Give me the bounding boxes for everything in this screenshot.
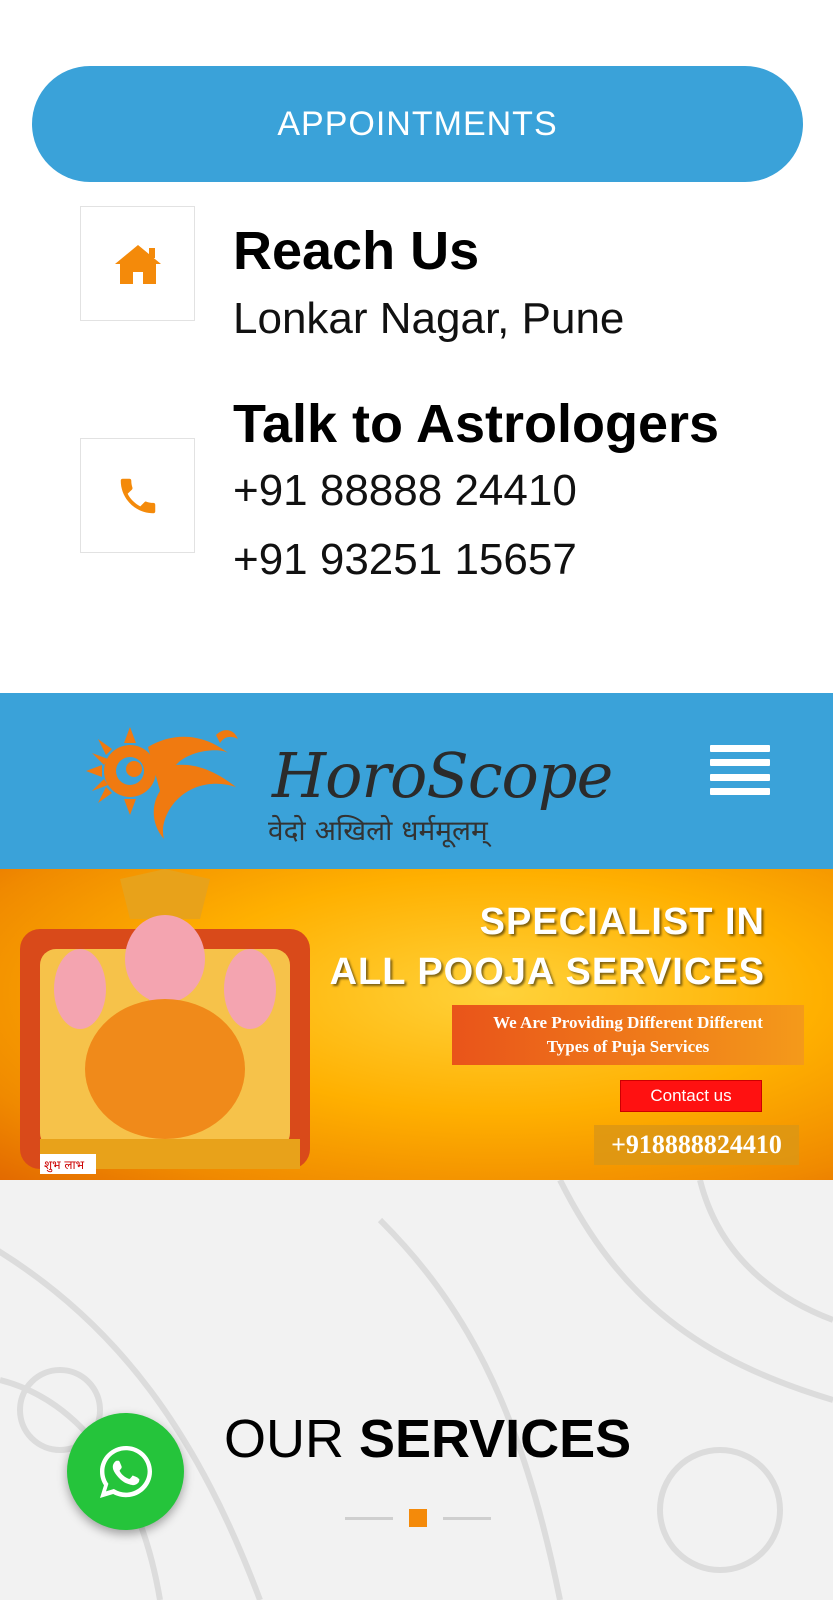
our-services-section: OUR SERVICES: [0, 1180, 833, 1600]
whatsapp-icon: [99, 1445, 152, 1498]
home-icon: [114, 244, 161, 284]
zodiac-background-pattern: [0, 1180, 833, 1600]
reach-us-address: Lonkar Nagar, Pune: [233, 294, 625, 343]
appointments-button[interactable]: APPOINTMENTS: [32, 66, 803, 182]
hamburger-menu-icon[interactable]: [710, 745, 770, 795]
logo-tagline: वेदो अखिलो धर्ममूलम्: [268, 814, 488, 847]
pooja-banner[interactable]: शुभ लाभ SPECIALIST IN ALL POOJA SERVICES…: [0, 869, 833, 1180]
banner-contact-button[interactable]: Contact us: [620, 1080, 762, 1112]
phone-number-1[interactable]: +91 88888 24410: [233, 466, 577, 516]
home-icon-box: [80, 206, 195, 321]
services-heading: OUR SERVICES: [224, 1408, 631, 1470]
services-heading-light: OUR: [224, 1409, 344, 1469]
banner-subtext: We Are Providing Different Different Typ…: [452, 1005, 804, 1065]
reach-us-title: Reach Us: [233, 221, 480, 281]
banner-heading-line2: ALL POOJA SERVICES: [329, 951, 765, 993]
whatsapp-button[interactable]: [67, 1413, 184, 1530]
shubh-labh-text: शुभ लाभ: [44, 1158, 85, 1173]
banner-subtext-line1: We Are Providing Different Different: [493, 1013, 763, 1032]
site-header: HoroScope वेदो अखिलो धर्ममूलम्: [0, 693, 833, 869]
logo-emblem[interactable]: [68, 707, 248, 847]
appointments-label: APPOINTMENTS: [277, 104, 558, 143]
banner-phone[interactable]: +918888824410: [594, 1125, 799, 1165]
banner-subtext-line2: Types of Puja Services: [546, 1037, 710, 1056]
ganesha-illustration: शुभ लाभ: [20, 869, 310, 1174]
services-heading-bold: SERVICES: [359, 1409, 632, 1469]
banner-heading-line1: SPECIALIST IN: [479, 901, 765, 943]
divider-left: [345, 1517, 393, 1520]
phone-icon-box[interactable]: [80, 438, 195, 553]
talk-to-astrologers-title: Talk to Astrologers: [233, 394, 720, 454]
logo-text[interactable]: HoroScope: [272, 739, 613, 812]
phone-icon: [120, 478, 155, 513]
phone-number-2[interactable]: +91 93251 15657: [233, 535, 577, 585]
divider-dot: [409, 1509, 427, 1527]
divider-right: [443, 1517, 491, 1520]
